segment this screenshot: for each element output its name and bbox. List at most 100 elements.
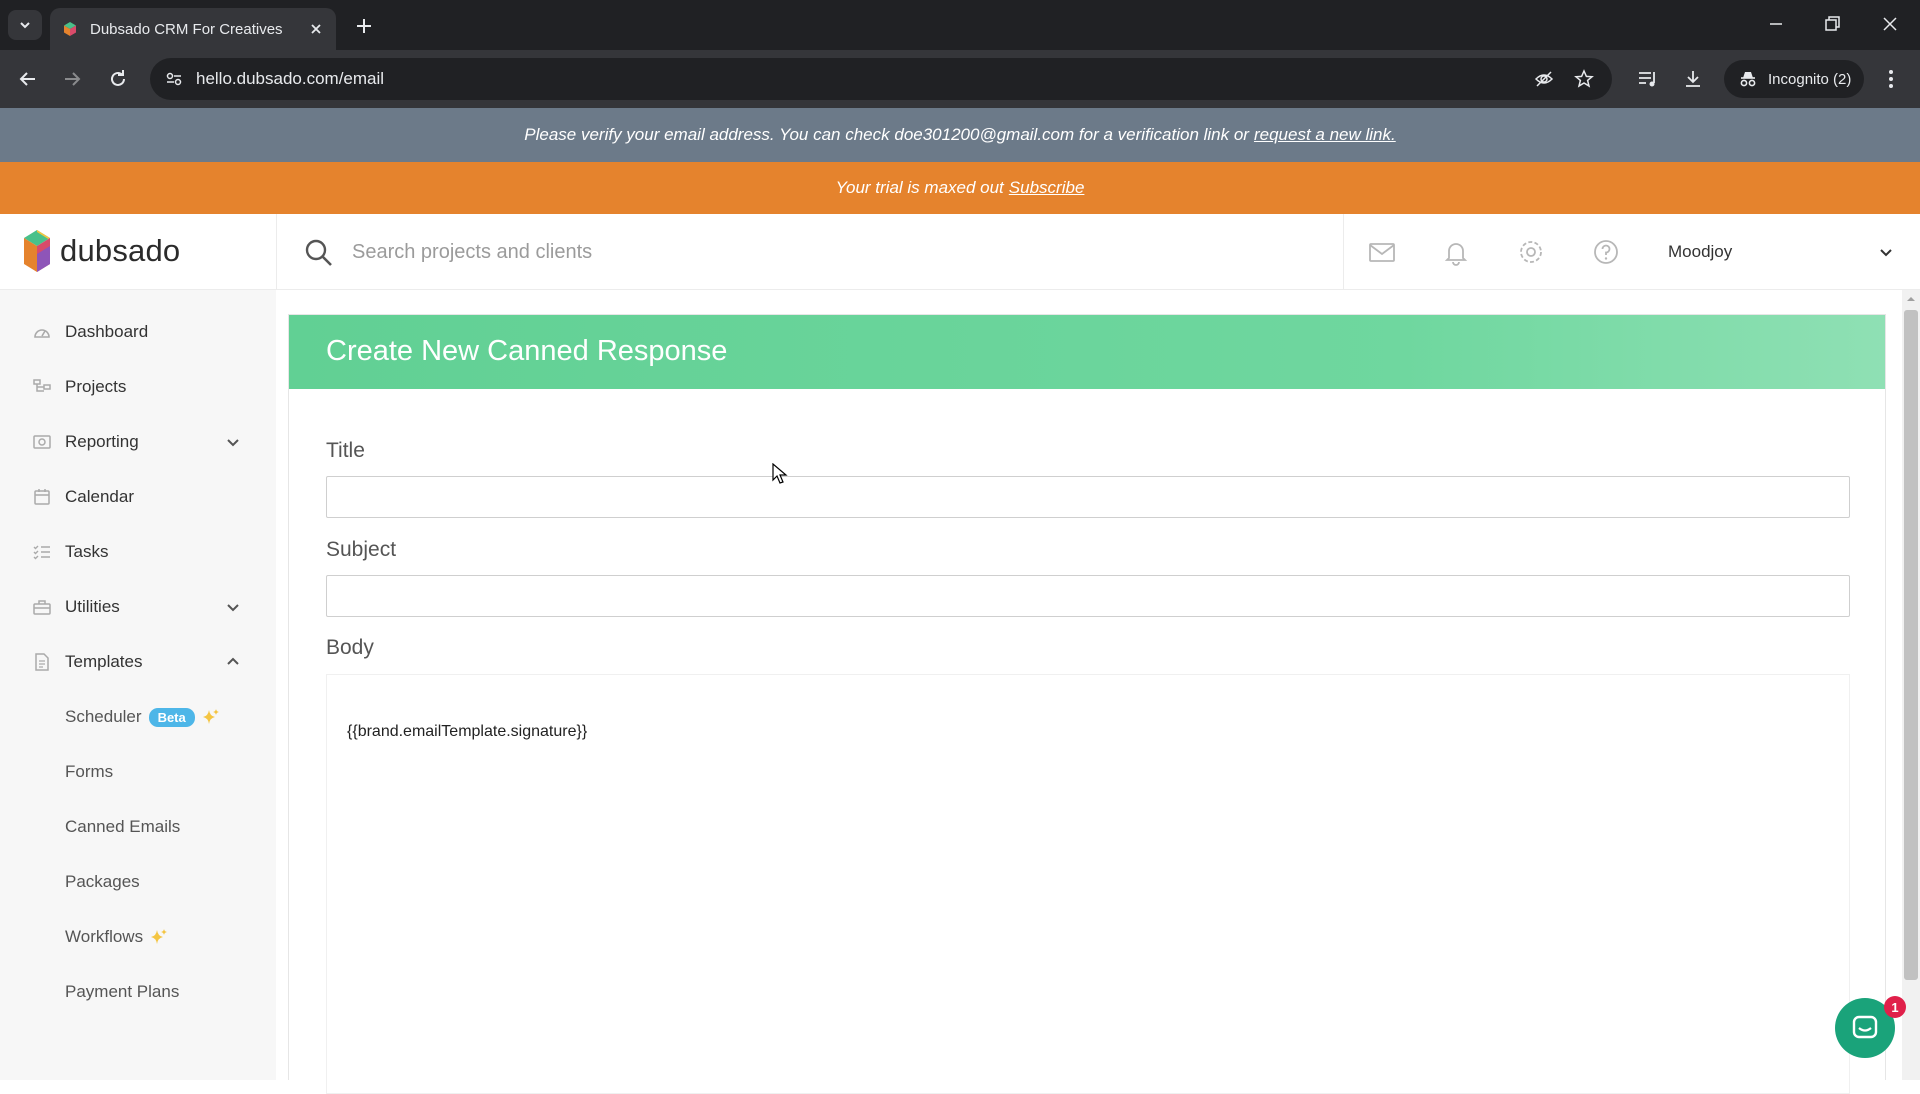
forward-arrow-icon[interactable] <box>60 67 84 91</box>
restore-icon[interactable] <box>1822 14 1842 34</box>
sidebar-subitem-scheduler[interactable]: Scheduler Beta <box>0 695 276 739</box>
browser-tab-active[interactable]: Dubsado CRM For Creatives <box>50 8 336 50</box>
sidebar-subitem-payment-plans[interactable]: Payment Plans <box>0 970 276 1014</box>
dubsado-favicon-icon <box>64 22 76 36</box>
site-info-icon[interactable] <box>164 69 184 89</box>
logo-text: dubsado <box>60 233 181 268</box>
mouse-cursor-icon <box>772 463 788 484</box>
more-vert-icon[interactable] <box>1880 68 1902 90</box>
incognito-label: Incognito (2) <box>1768 70 1852 88</box>
eye-off-icon[interactable] <box>1534 69 1554 89</box>
sidebar-item-label: Dashboard <box>65 322 149 341</box>
beta-badge: Beta <box>148 707 195 727</box>
media-control-icon[interactable] <box>1636 68 1658 90</box>
canned-response-form: Create New Canned Response Title Subject… <box>288 314 1886 1094</box>
tasks-list-icon <box>33 545 50 560</box>
sidebar-item-templates[interactable]: Templates <box>0 640 276 684</box>
scroll-up-arrow-icon[interactable] <box>1906 294 1916 304</box>
sidebar-subitem-canned-emails[interactable]: Canned Emails <box>0 805 276 849</box>
sidebar-subitem-label: Packages <box>65 872 140 891</box>
gauge-icon <box>34 329 50 338</box>
address-bar[interactable]: hello.dubsado.com/email <box>150 58 1612 100</box>
chevron-down-icon <box>227 439 239 447</box>
form-header: Create New Canned Response <box>289 315 1885 389</box>
trial-banner: Your trial is maxed out Subscribe <box>0 162 1920 214</box>
subject-label: Subject <box>326 538 397 561</box>
chat-notification-badge: 1 <box>1884 996 1906 1018</box>
projects-icon <box>33 379 51 392</box>
mail-icon[interactable] <box>1368 238 1396 266</box>
chevron-up-icon <box>227 657 239 665</box>
window-close-icon[interactable] <box>1880 14 1900 34</box>
sidebar-subitem-label: Scheduler <box>65 707 142 726</box>
chevron-down-icon[interactable] <box>1878 244 1894 260</box>
sidebar-subitem-label: Workflows <box>65 927 144 946</box>
incognito-icon <box>1740 72 1756 87</box>
sidebar-item-label: Tasks <box>65 542 109 561</box>
minimize-icon[interactable] <box>1766 14 1786 34</box>
calendar-icon <box>34 489 50 505</box>
user-name[interactable]: Moodjoy <box>1668 242 1732 262</box>
bell-icon[interactable] <box>1442 238 1470 266</box>
dubsado-logo[interactable]: dubsado <box>22 228 180 274</box>
back-arrow-icon[interactable] <box>16 67 40 91</box>
body-editor[interactable]: {{brand.emailTemplate.signature}} <box>326 674 1850 1094</box>
sidebar-item-calendar[interactable]: Calendar <box>0 475 276 519</box>
header-divider <box>1343 214 1344 290</box>
request-new-link[interactable]: request a new link. <box>1254 125 1396 145</box>
browser-tab-bar: Dubsado CRM For Creatives <box>0 0 1920 50</box>
title-label: Title <box>326 439 365 462</box>
search-input[interactable] <box>352 232 1312 272</box>
url-text: hello.dubsado.com/email <box>196 69 385 88</box>
sidebar-subitem-workflows[interactable]: Workflows <box>0 915 276 959</box>
title-input[interactable] <box>326 476 1850 518</box>
reporting-icon <box>33 435 51 449</box>
download-icon[interactable] <box>1682 68 1704 90</box>
sidebar-subitem-packages[interactable]: Packages <box>0 860 276 904</box>
sidebar-item-tasks[interactable]: Tasks <box>0 530 276 574</box>
verify-text: Please verify your email address. You ca… <box>524 125 1249 144</box>
sidebar: Dashboard Projects Reporting Calendar Ta… <box>0 290 276 1080</box>
document-icon <box>35 653 49 671</box>
trial-text: Your trial is maxed out <box>835 178 1004 197</box>
sidebar-item-projects[interactable]: Projects <box>0 365 276 409</box>
chevron-down-icon <box>227 604 239 612</box>
sidebar-subitem-label: Payment Plans <box>65 982 180 1001</box>
subscribe-link[interactable]: Subscribe <box>1009 178 1085 198</box>
body-label: Body <box>326 636 374 659</box>
new-tab-plus-icon[interactable] <box>352 14 376 38</box>
tab-title: Dubsado CRM For Creatives <box>90 20 283 38</box>
help-icon[interactable] <box>1592 238 1620 266</box>
sidebar-item-label: Projects <box>65 377 127 396</box>
sidebar-item-utilities[interactable]: Utilities <box>0 585 276 629</box>
subject-input[interactable] <box>326 575 1850 617</box>
incognito-indicator[interactable]: Incognito (2) <box>1724 60 1864 98</box>
reload-icon[interactable] <box>106 67 130 91</box>
header-divider <box>276 214 277 290</box>
chat-bubble-icon <box>1852 1015 1878 1039</box>
tab-list-button[interactable] <box>8 10 42 40</box>
scrollbar-thumb[interactable] <box>1904 310 1918 980</box>
verify-email-banner: Please verify your email address. You ca… <box>0 108 1920 162</box>
toolbox-icon <box>33 600 51 615</box>
dubsado-logo-icon <box>24 230 50 272</box>
gear-icon[interactable] <box>1517 238 1545 266</box>
sidebar-item-label: Templates <box>65 652 143 671</box>
close-icon[interactable] <box>308 21 324 37</box>
chevron-down-icon <box>20 22 30 29</box>
sparkle-icon <box>151 929 168 944</box>
body-text: {{brand.emailTemplate.signature}} <box>347 723 588 740</box>
sidebar-subitem-forms[interactable]: Forms <box>0 750 276 794</box>
search-icon <box>305 239 332 266</box>
page-title: Create New Canned Response <box>326 335 728 367</box>
browser-toolbar: hello.dubsado.com/email Incognito (2) <box>0 50 1920 108</box>
app-header: dubsado Moodjoy <box>0 214 1920 290</box>
sidebar-item-reporting[interactable]: Reporting <box>0 420 276 464</box>
sidebar-item-dashboard[interactable]: Dashboard <box>0 310 276 354</box>
bookmark-star-icon[interactable] <box>1574 69 1594 89</box>
sidebar-item-label: Utilities <box>65 597 120 616</box>
sparkle-icon <box>202 709 219 724</box>
sidebar-item-label: Reporting <box>65 432 139 451</box>
sidebar-subitem-label: Canned Emails <box>65 817 181 836</box>
sidebar-item-label: Calendar <box>65 487 134 506</box>
